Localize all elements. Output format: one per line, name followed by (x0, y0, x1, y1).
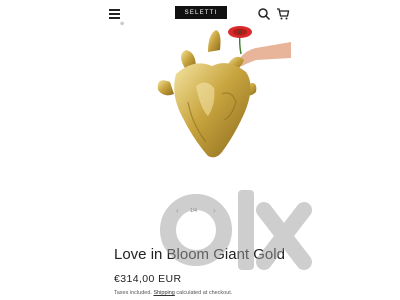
olx-watermark (160, 190, 312, 270)
product-price: €314,00 EUR (114, 273, 182, 285)
tax-prefix: Taxes included. (114, 290, 152, 296)
cart-icon[interactable] (276, 7, 290, 21)
brand-logo[interactable]: SELETTI (175, 6, 227, 19)
tax-note: Taxes included. Shipping calculated at c… (114, 290, 232, 296)
shipping-link[interactable]: Shipping (153, 290, 174, 296)
tax-suffix: calculated at checkout. (176, 290, 233, 296)
product-image[interactable] (136, 24, 291, 184)
hamburger-icon[interactable] (108, 7, 122, 21)
zoom-icon[interactable]: ⊕ (120, 21, 124, 27)
site-header: SELETTI (106, 4, 294, 24)
search-icon[interactable] (257, 7, 271, 21)
